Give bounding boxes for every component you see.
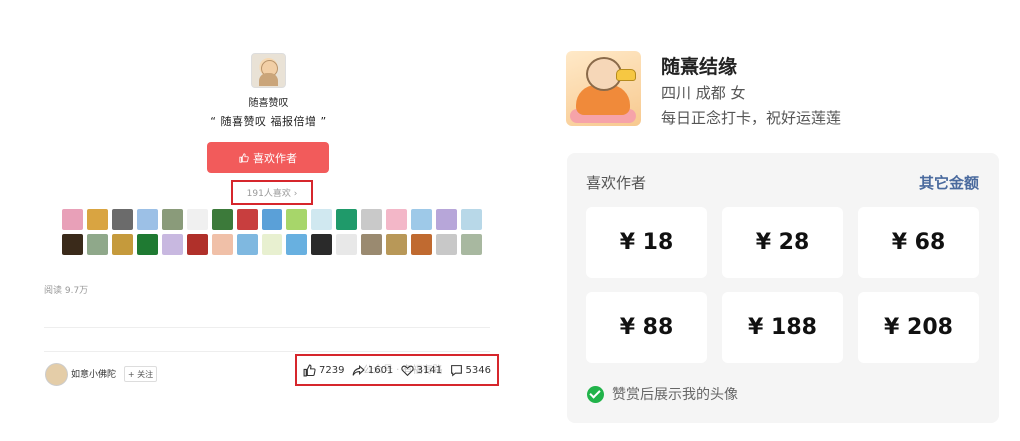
supporter-avatar[interactable]	[111, 209, 133, 230]
supporter-avatar[interactable]	[161, 234, 183, 255]
supporter-avatar[interactable]	[136, 209, 158, 230]
author-avatar[interactable]	[251, 53, 286, 88]
like-stat[interactable]: 7239	[303, 364, 344, 377]
supporter-avatar[interactable]	[311, 209, 333, 230]
amount-option-68[interactable]: ¥ 68	[858, 207, 979, 278]
show-avatar-label: 赞赏后展示我的头像	[612, 387, 738, 403]
like-author-label: 喜欢作者	[253, 152, 297, 165]
like-count-link[interactable]: 191人喜欢 ›	[231, 180, 313, 205]
check-circle-icon[interactable]	[587, 385, 604, 403]
author-motto: “ 随喜赞叹 福报倍增 ”	[210, 115, 327, 128]
supporter-avatar[interactable]	[186, 234, 208, 255]
supporter-avatar[interactable]	[161, 209, 183, 230]
supporter-row	[62, 209, 482, 230]
divider	[44, 351, 490, 352]
supporter-avatar[interactable]	[211, 209, 233, 230]
divider	[44, 327, 490, 328]
supporter-avatar[interactable]	[211, 234, 233, 255]
supporter-row	[62, 234, 482, 255]
author-name[interactable]: 随喜赞叹	[200, 94, 337, 109]
supporter-avatar[interactable]	[261, 209, 283, 230]
like-count: 7239	[319, 364, 345, 376]
amount-option-88[interactable]: ¥ 88	[586, 292, 707, 363]
supporter-avatar[interactable]	[361, 209, 383, 230]
supporter-avatar[interactable]	[62, 234, 83, 255]
interaction-stats: 7239 1601 3141 5346	[295, 354, 499, 386]
like-author-button[interactable]: 喜欢作者	[207, 142, 329, 173]
amount-option-18[interactable]: ¥ 18	[586, 207, 707, 278]
thumbs-up-icon	[239, 152, 249, 163]
profile-name: 随熹结缘	[661, 56, 738, 78]
like-count-text: 191人喜欢 ›	[246, 189, 298, 199]
supporter-avatar[interactable]	[136, 234, 158, 255]
share-stat[interactable]: 1601	[352, 364, 393, 377]
share-icon	[352, 364, 365, 376]
supporter-avatar[interactable]	[286, 234, 308, 255]
supporter-avatar[interactable]	[436, 234, 457, 255]
supporter-avatar[interactable]	[236, 234, 258, 255]
reward-card-title: 喜欢作者	[586, 174, 647, 192]
follow-button[interactable]: + 关注	[124, 366, 157, 382]
profile-avatar[interactable]	[566, 51, 641, 126]
comment-count: 5346	[465, 364, 491, 376]
share-count: 1601	[367, 364, 394, 376]
supporter-avatar[interactable]	[261, 234, 283, 255]
supporter-avatar[interactable]	[311, 234, 333, 255]
heart-icon	[401, 365, 414, 376]
comment-stat[interactable]: 5346	[450, 364, 491, 377]
comment-icon	[450, 364, 462, 377]
supporter-avatar[interactable]	[336, 234, 358, 255]
thumbs-up-icon	[303, 364, 316, 376]
supporter-avatar-grid	[62, 209, 482, 259]
supporter-avatar[interactable]	[461, 234, 482, 255]
amount-option-208[interactable]: ¥ 208	[858, 292, 979, 363]
favorite-count: 3141	[416, 364, 443, 376]
reward-card: 喜欢作者 其它金额 ¥ 18 ¥ 28 ¥ 68 ¥ 88 ¥ 188 ¥ 20…	[567, 153, 999, 423]
other-amount-link[interactable]: 其它金额	[919, 172, 979, 193]
amount-option-188[interactable]: ¥ 188	[722, 292, 843, 363]
article-panel: 随喜赞叹 “ 随喜赞叹 福报倍增 ” 喜欢作者 191人喜欢 › 阅读 9.7万…	[0, 0, 540, 441]
supporter-avatar[interactable]	[111, 234, 133, 255]
read-count: 阅读 9.7万	[44, 286, 89, 296]
supporter-avatar[interactable]	[286, 209, 308, 230]
favorite-stat[interactable]: 3141	[401, 364, 442, 377]
profile-location: 四川 成都 女	[661, 84, 746, 102]
account-avatar[interactable]	[45, 363, 68, 386]
supporter-avatar[interactable]	[461, 209, 482, 230]
profile-bio: 每日正念打卡，祝好运莲莲	[661, 109, 842, 127]
supporter-avatar[interactable]	[86, 234, 108, 255]
supporter-avatar[interactable]	[411, 234, 433, 255]
supporter-avatar[interactable]	[186, 209, 208, 230]
supporter-avatar[interactable]	[411, 209, 433, 230]
amount-option-28[interactable]: ¥ 28	[722, 207, 843, 278]
show-avatar-option[interactable]: 赞赏后展示我的头像	[587, 384, 738, 404]
supporter-avatar[interactable]	[236, 209, 258, 230]
reward-panel: 随熹结缘 四川 成都 女 每日正念打卡，祝好运莲莲 喜欢作者 其它金额 ¥ 18…	[556, 0, 1020, 441]
supporter-avatar[interactable]	[361, 234, 383, 255]
supporter-avatar[interactable]	[386, 234, 408, 255]
supporter-avatar[interactable]	[336, 209, 358, 230]
supporter-avatar[interactable]	[86, 209, 108, 230]
supporter-avatar[interactable]	[62, 209, 83, 230]
supporter-avatar[interactable]	[386, 209, 408, 230]
account-name[interactable]: 如意小佛陀	[71, 367, 116, 380]
supporter-avatar[interactable]	[436, 209, 457, 230]
